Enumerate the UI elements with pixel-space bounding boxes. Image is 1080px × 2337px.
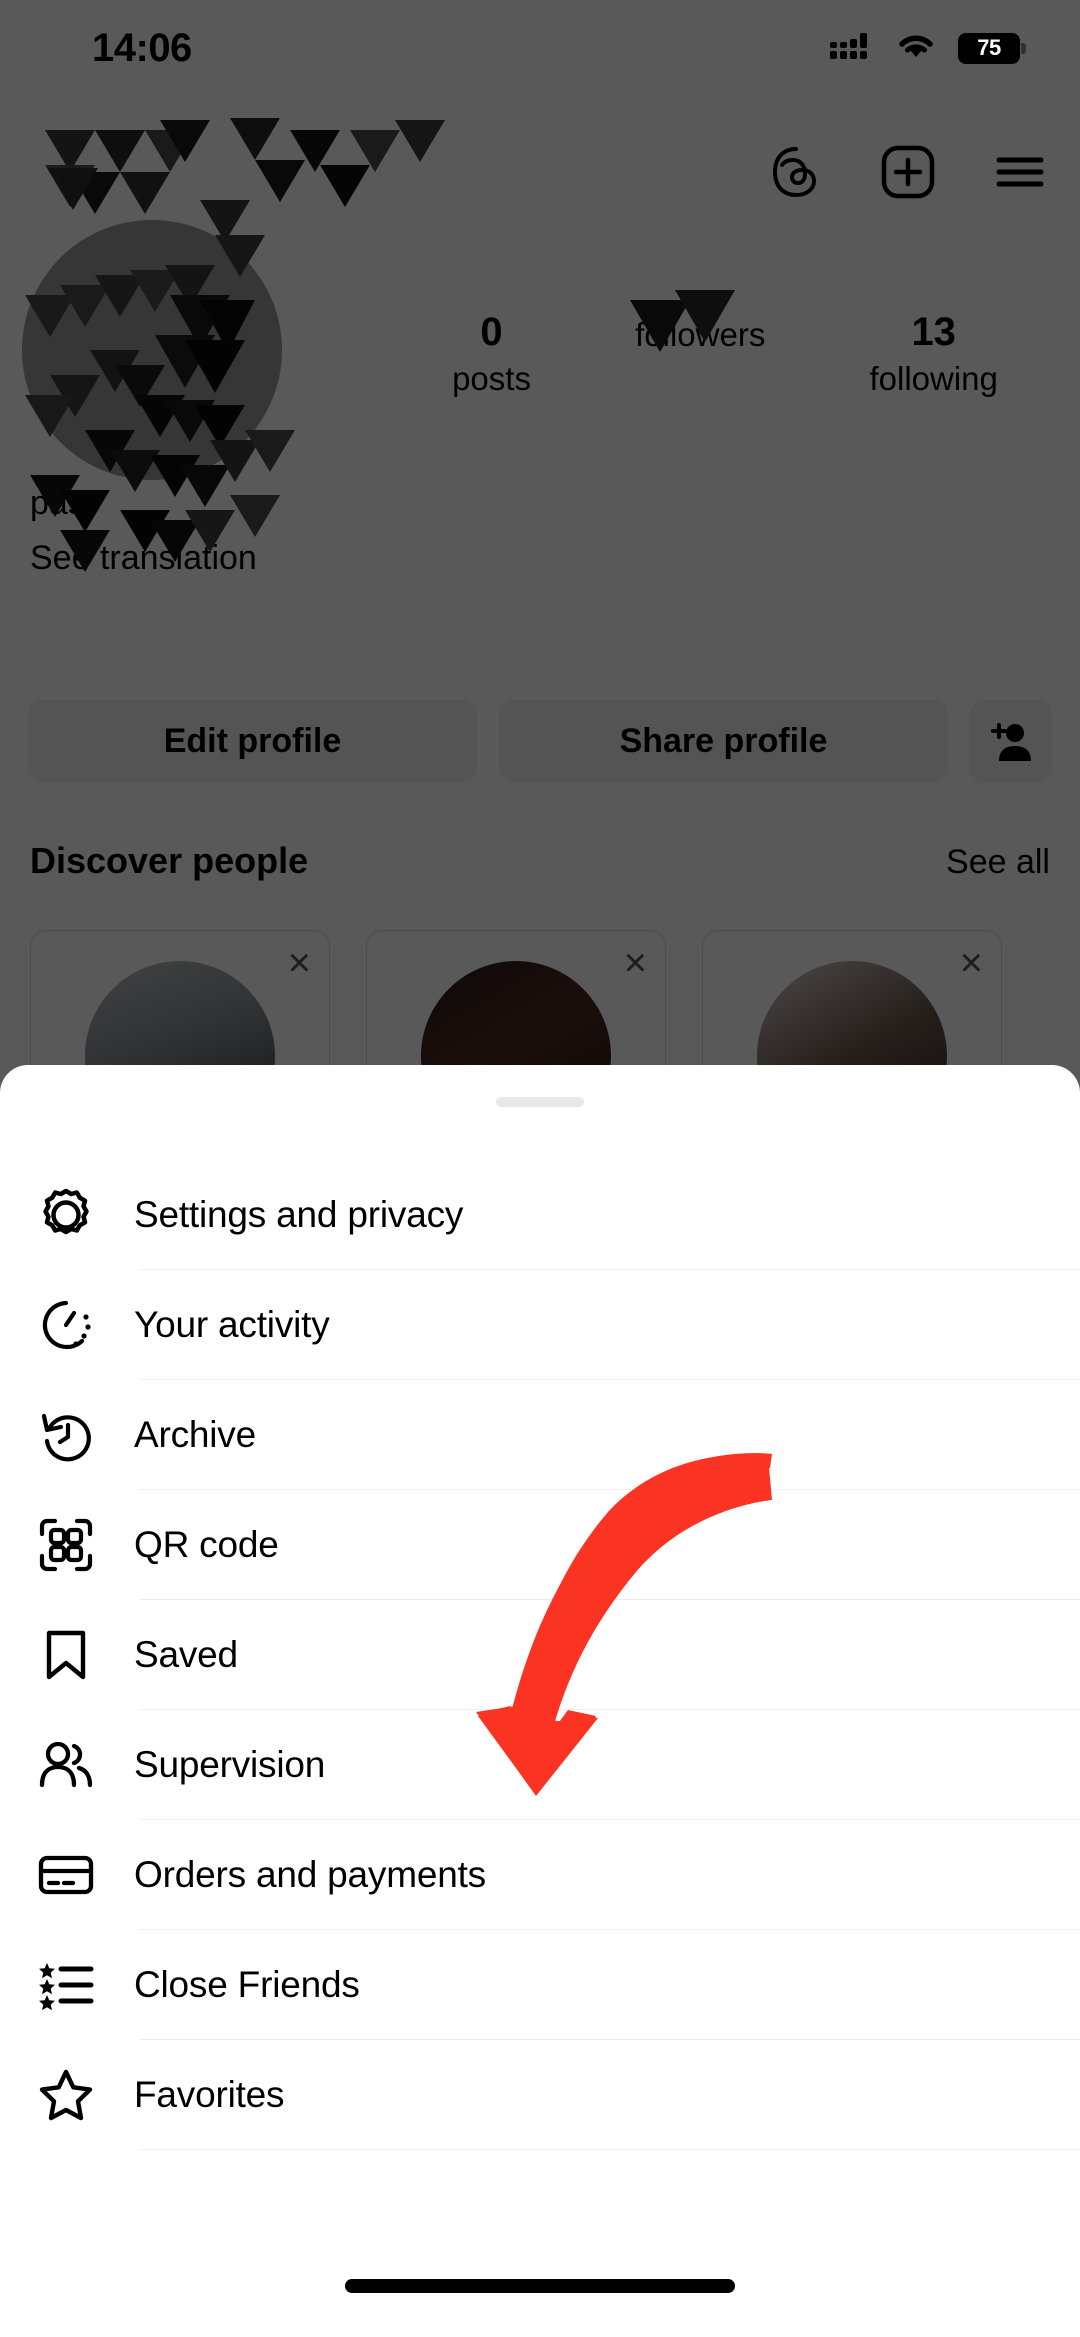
menu-item-label: Archive	[134, 1414, 256, 1455]
home-indicator	[345, 2279, 735, 2293]
menu-item-settings-and-privacy[interactable]: Settings and privacy	[0, 1160, 1080, 1270]
menu-item-qr-code[interactable]: QR code	[0, 1490, 1080, 1600]
menu-item-label: QR code	[134, 1524, 279, 1565]
menu-item-your-activity[interactable]: Your activity	[0, 1270, 1080, 1380]
star-list-icon	[28, 1957, 104, 2013]
bottom-sheet-menu: Settings and privacy Your activity Archi…	[0, 1065, 1080, 2337]
menu-item-label: Orders and payments	[134, 1854, 486, 1895]
drag-handle[interactable]	[496, 1097, 584, 1107]
star-icon	[28, 2067, 104, 2123]
gear-icon	[28, 1187, 104, 1243]
menu-item-supervision[interactable]: Supervision	[0, 1710, 1080, 1820]
menu-item-favorites[interactable]: Favorites	[0, 2040, 1080, 2150]
menu-item-label: Settings and privacy	[134, 1194, 464, 1235]
menu-item-label: Supervision	[134, 1744, 326, 1785]
credit-card-icon	[28, 1847, 104, 1903]
bookmark-icon	[28, 1627, 104, 1683]
menu-item-label: Saved	[134, 1634, 238, 1675]
menu-item-label: Close Friends	[134, 1964, 360, 2005]
menu-item-close-friends[interactable]: Close Friends	[0, 1930, 1080, 2040]
people-icon	[28, 1737, 104, 1793]
menu-item-label: Favorites	[134, 2074, 285, 2115]
archive-clock-icon	[28, 1407, 104, 1463]
qr-code-icon	[28, 1517, 104, 1573]
battery-level-label: 75	[977, 35, 1001, 60]
menu-item-archive[interactable]: Archive	[0, 1380, 1080, 1490]
activity-clock-icon	[28, 1297, 104, 1353]
menu-item-orders-and-payments[interactable]: Orders and payments	[0, 1820, 1080, 1930]
menu-list: Settings and privacy Your activity Archi…	[0, 1160, 1080, 2150]
menu-item-label: Your activity	[134, 1304, 330, 1345]
menu-item-saved[interactable]: Saved	[0, 1600, 1080, 1710]
